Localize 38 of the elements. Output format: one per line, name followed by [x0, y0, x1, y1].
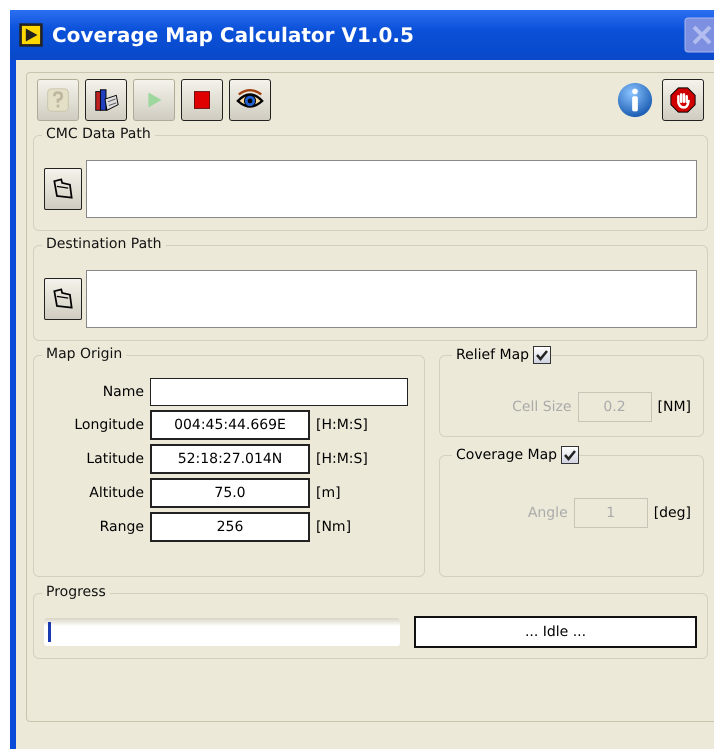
abort-button[interactable] [662, 79, 704, 121]
group-label: Coverage Map [452, 446, 562, 464]
close-icon[interactable] [684, 17, 714, 53]
unit-label: [m] [316, 485, 342, 501]
unit-label: [H:M:S] [316, 417, 369, 433]
field-label: Latitude [85, 451, 144, 467]
field-label: Angle [528, 505, 568, 521]
checkbox[interactable] [533, 346, 552, 364]
stop-button[interactable] [181, 79, 223, 121]
unit-label: [deg] [654, 505, 691, 521]
field-label: Range [98, 519, 144, 535]
field-label: Longitude [73, 417, 144, 433]
group-label: Map Origin [42, 346, 126, 362]
value-field[interactable]: 256 [150, 512, 310, 542]
app-icon [18, 22, 44, 48]
book-button[interactable] [85, 79, 127, 121]
status-text: ... Idle ... [414, 616, 697, 648]
browse-button[interactable] [44, 168, 82, 210]
checkbox[interactable] [561, 446, 580, 464]
name-field[interactable] [150, 378, 408, 406]
field-label: Name [102, 384, 144, 400]
stop-hand-icon [669, 86, 697, 114]
path-field[interactable] [86, 160, 697, 218]
window-title: Coverage Map Calculator V1.0.5 [52, 23, 415, 47]
value-field[interactable]: 004:45:44.669E [150, 410, 310, 440]
group-label: Progress [42, 584, 110, 600]
info-icon [616, 81, 654, 119]
group-label: Relief Map [452, 346, 534, 364]
eye-button[interactable] [229, 79, 271, 121]
unit-label: [Nm] [316, 519, 352, 535]
unit-label: [H:M:S] [316, 451, 369, 467]
field-label: Cell Size [512, 399, 572, 415]
value-field[interactable]: 52:18:27.014N [150, 444, 310, 474]
unit-label: [NM] [658, 399, 691, 415]
path-field[interactable] [86, 270, 697, 328]
field-label: Altitude [88, 485, 144, 501]
browse-button[interactable] [44, 278, 82, 320]
value-field[interactable]: 75.0 [150, 478, 310, 508]
